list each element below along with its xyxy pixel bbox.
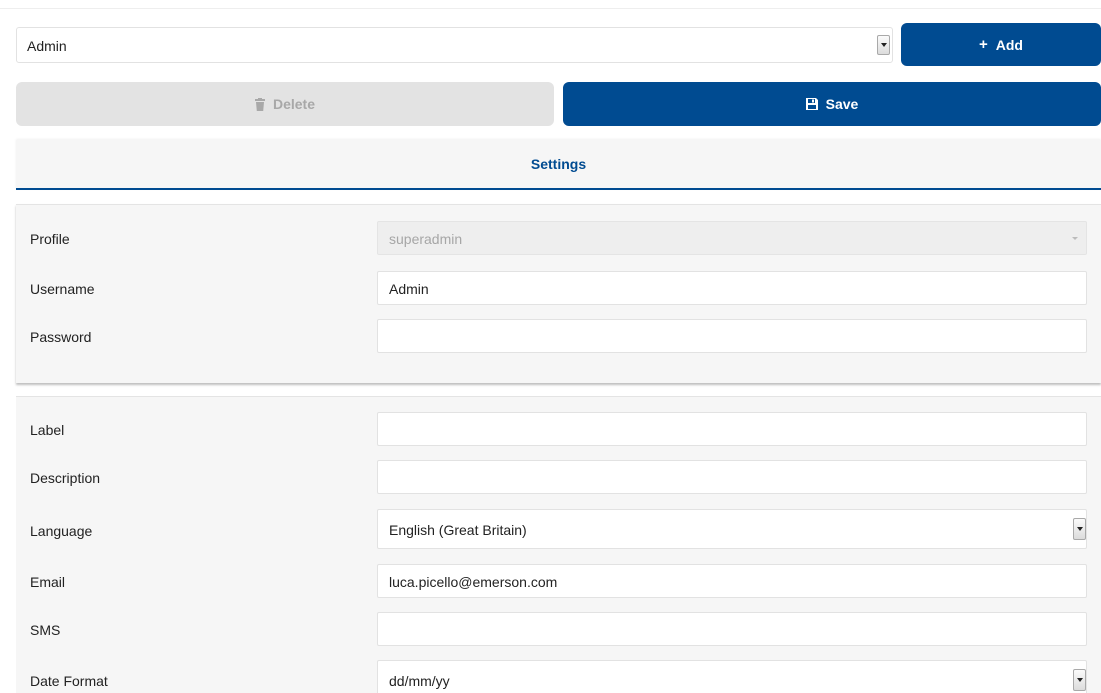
profile-select[interactable]: superadmin bbox=[377, 221, 1087, 255]
label-label: Label bbox=[30, 422, 65, 438]
trash-icon bbox=[254, 97, 265, 111]
username-field[interactable]: Admin bbox=[377, 271, 1087, 305]
details-panel: Label Description Language English (Grea… bbox=[16, 396, 1101, 693]
top-divider bbox=[0, 8, 1101, 9]
description-row: Description bbox=[16, 460, 1101, 496]
profile-label: Profile bbox=[30, 231, 70, 247]
save-button[interactable]: Save bbox=[563, 82, 1101, 126]
sms-row: SMS bbox=[16, 612, 1101, 648]
label-row: Label bbox=[16, 412, 1101, 448]
email-row: Email luca.picello@emerson.com bbox=[16, 564, 1101, 600]
description-field[interactable] bbox=[377, 460, 1087, 494]
date-format-select[interactable]: dd/mm/yy bbox=[377, 660, 1087, 693]
date-format-value: dd/mm/yy bbox=[389, 673, 450, 689]
dropdown-arrow-icon[interactable] bbox=[1073, 518, 1086, 540]
email-label: Email bbox=[30, 574, 66, 590]
email-value: luca.picello@emerson.com bbox=[389, 574, 558, 590]
user-select-value: Admin bbox=[27, 38, 67, 54]
tab-bar: Settings bbox=[16, 140, 1101, 190]
plus-icon: + bbox=[979, 36, 988, 53]
profile-value: superadmin bbox=[389, 231, 463, 247]
add-button-label: Add bbox=[995, 36, 1023, 53]
password-label: Password bbox=[30, 329, 92, 345]
language-label: Language bbox=[30, 523, 93, 539]
sms-label: SMS bbox=[30, 622, 61, 638]
password-row: Password bbox=[16, 319, 1101, 355]
tab-settings[interactable]: Settings bbox=[16, 140, 1101, 188]
sms-field[interactable] bbox=[377, 612, 1087, 646]
description-label: Description bbox=[30, 470, 101, 486]
language-row: Language English (Great Britain) bbox=[16, 509, 1101, 549]
floppy-disk-icon bbox=[805, 98, 818, 110]
date-format-label: Date Format bbox=[30, 673, 108, 689]
language-value: English (Great Britain) bbox=[389, 522, 527, 538]
delete-button-label: Delete bbox=[272, 96, 316, 112]
password-field[interactable] bbox=[377, 319, 1087, 353]
user-select[interactable]: Admin bbox=[16, 27, 893, 63]
add-button[interactable]: + Add bbox=[901, 23, 1101, 66]
tab-settings-label: Settings bbox=[530, 156, 587, 172]
username-label: Username bbox=[30, 281, 95, 297]
account-panel: Profile superadmin Username Admin Passwo… bbox=[16, 204, 1101, 383]
dropdown-arrow-icon[interactable] bbox=[877, 35, 890, 55]
date-format-row: Date Format dd/mm/yy bbox=[16, 660, 1101, 693]
save-button-label: Save bbox=[825, 96, 859, 112]
profile-row: Profile superadmin bbox=[16, 221, 1101, 257]
email-field[interactable]: luca.picello@emerson.com bbox=[377, 564, 1087, 598]
username-row: Username Admin bbox=[16, 271, 1101, 307]
delete-button[interactable]: Delete bbox=[16, 82, 554, 126]
dropdown-arrow-icon[interactable] bbox=[1073, 669, 1086, 691]
username-value: Admin bbox=[389, 281, 429, 297]
caret-down-icon bbox=[1072, 237, 1078, 240]
label-field[interactable] bbox=[377, 412, 1087, 446]
language-select[interactable]: English (Great Britain) bbox=[377, 509, 1087, 549]
user-settings-page: Admin + Add Delete Save Settings Profile… bbox=[0, 0, 1101, 693]
